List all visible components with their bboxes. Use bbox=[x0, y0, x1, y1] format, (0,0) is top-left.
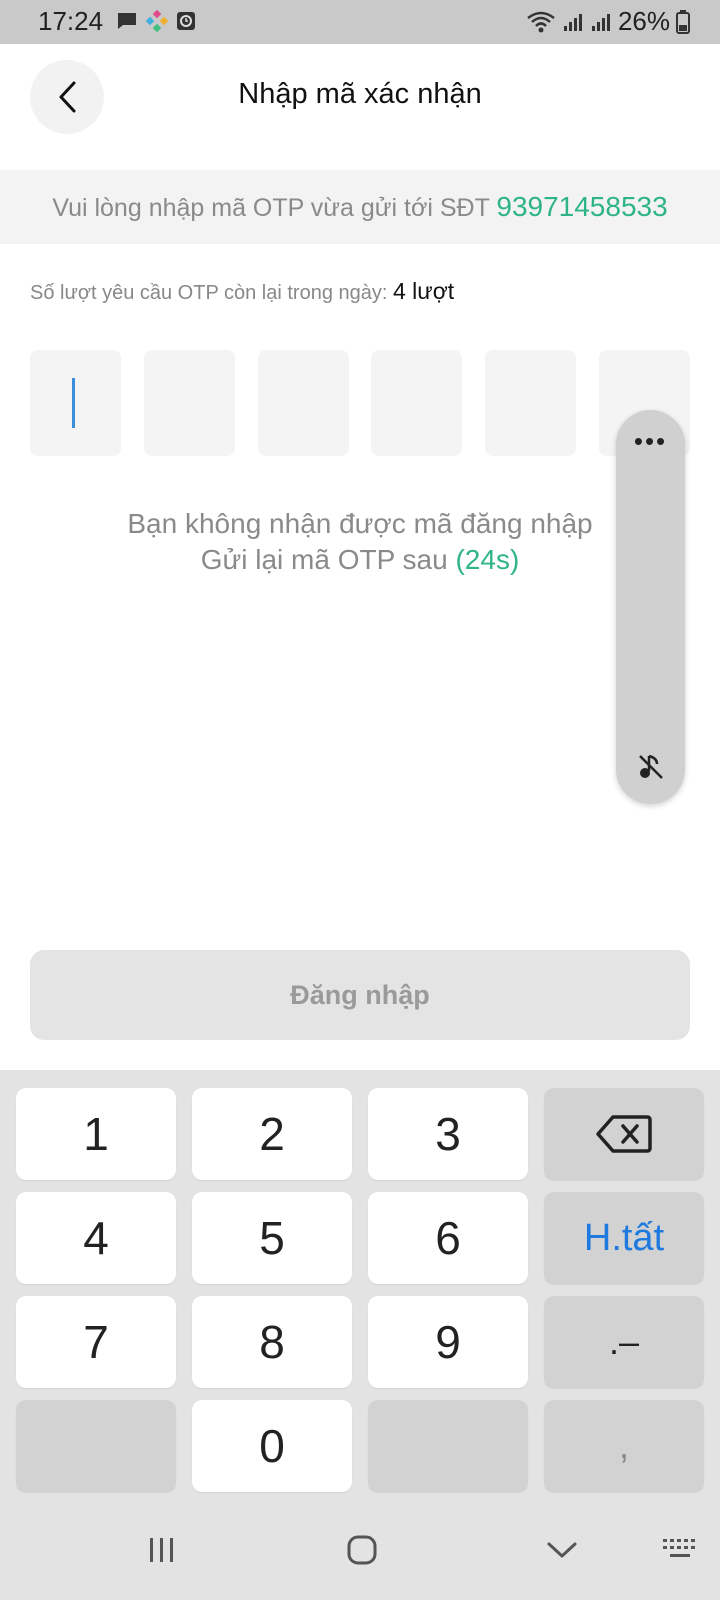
text-cursor bbox=[72, 378, 75, 428]
otp-digit-5[interactable] bbox=[485, 350, 577, 456]
status-system-icons: 26% bbox=[526, 6, 690, 37]
clock-app-icon bbox=[177, 12, 195, 30]
status-bar: 17:24 26% bbox=[0, 0, 720, 44]
blank-key-left bbox=[16, 1400, 176, 1492]
key-4[interactable]: 4 bbox=[16, 1192, 176, 1284]
resend-otp: Gửi lại mã OTP sau (24s) bbox=[0, 544, 720, 576]
battery-percent: 26% bbox=[617, 6, 670, 36]
status-time: 17:24 bbox=[38, 6, 104, 36]
app-icon bbox=[146, 10, 168, 32]
login-button[interactable]: Đăng nhập bbox=[30, 950, 690, 1040]
recents-button[interactable] bbox=[132, 1530, 192, 1570]
backspace-icon bbox=[596, 1115, 652, 1153]
signal-icon bbox=[563, 13, 582, 31]
comma-key[interactable]: , bbox=[544, 1400, 704, 1492]
symbol-key[interactable]: .– bbox=[544, 1296, 704, 1388]
hide-keyboard-icon bbox=[547, 1542, 577, 1558]
done-key[interactable]: H.tất bbox=[544, 1192, 704, 1284]
key-8[interactable]: 8 bbox=[192, 1296, 352, 1388]
key-5[interactable]: 5 bbox=[192, 1192, 352, 1284]
hide-keyboard-button[interactable] bbox=[532, 1530, 592, 1570]
key-3[interactable]: 3 bbox=[368, 1088, 528, 1180]
otp-input-row bbox=[30, 350, 690, 456]
backspace-key[interactable] bbox=[544, 1088, 704, 1180]
floating-side-panel[interactable]: ••• bbox=[616, 410, 685, 804]
wifi-icon bbox=[527, 11, 555, 32]
app-header: Nhập mã xác nhận bbox=[0, 44, 720, 170]
key-7[interactable]: 7 bbox=[16, 1296, 176, 1388]
resend-timer: (24s) bbox=[455, 544, 520, 575]
otp-digit-3[interactable] bbox=[257, 350, 349, 456]
status-notification-icons bbox=[116, 10, 196, 32]
blank-key-right bbox=[368, 1400, 528, 1492]
battery-icon bbox=[676, 9, 690, 34]
page-title: Nhập mã xác nhận bbox=[238, 78, 482, 110]
home-button[interactable] bbox=[332, 1530, 392, 1570]
key-9[interactable]: 9 bbox=[368, 1296, 528, 1388]
not-received-text: Bạn không nhận được mã đăng nhập bbox=[127, 508, 593, 539]
otp-digit-2[interactable] bbox=[143, 350, 235, 456]
key-2[interactable]: 2 bbox=[192, 1088, 352, 1180]
music-off-icon[interactable] bbox=[635, 750, 667, 782]
key-6[interactable]: 6 bbox=[368, 1192, 528, 1284]
otp-screen: 17:24 26% Nhập mã xác nhận Vui lòng nhập… bbox=[0, 0, 720, 1600]
otp-info-text: Vui lòng nhập mã OTP vừa gửi tới SĐT bbox=[52, 194, 497, 222]
otp-digit-1[interactable] bbox=[30, 350, 121, 456]
otp-quota-count: 4 lượt bbox=[393, 278, 455, 304]
message-icon bbox=[118, 13, 136, 29]
signal-icon bbox=[591, 13, 610, 31]
more-horizontal-icon[interactable]: ••• bbox=[616, 428, 685, 454]
key-1[interactable]: 1 bbox=[16, 1088, 176, 1180]
home-icon bbox=[347, 1535, 377, 1565]
keyboard-switch-button[interactable] bbox=[650, 1530, 710, 1570]
otp-digit-4[interactable] bbox=[371, 350, 463, 456]
key-0[interactable]: 0 bbox=[192, 1400, 352, 1492]
keyboard-icon bbox=[663, 1539, 695, 1557]
otp-quota: Số lượt yêu cầu OTP còn lại trong ngày: … bbox=[30, 278, 454, 305]
phone-number: 93971458533 bbox=[496, 191, 668, 222]
resend-label: Gửi lại mã OTP sau bbox=[200, 544, 456, 575]
otp-info-banner: Vui lòng nhập mã OTP vừa gửi tới SĐT 939… bbox=[0, 170, 720, 244]
system-nav-bar bbox=[0, 1500, 720, 1600]
otp-quota-label: Số lượt yêu cầu OTP còn lại trong ngày: bbox=[30, 282, 393, 304]
recents-icon bbox=[150, 1538, 173, 1562]
